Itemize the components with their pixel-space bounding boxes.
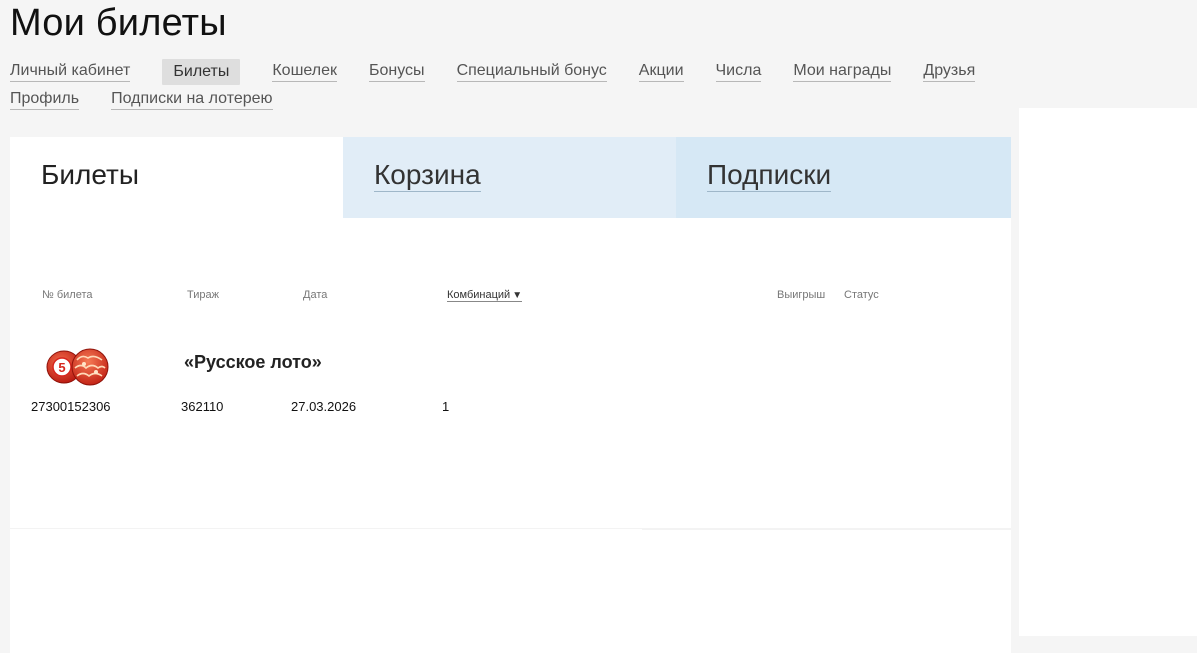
nav-item-friends[interactable]: Друзья: [923, 62, 976, 82]
lottery-group-header: 5 «Русское лото»: [10, 344, 1011, 388]
row-divider-right: [642, 528, 1011, 530]
tickets-card: Билеты Корзина Подписки № билета Тираж Д…: [10, 137, 1011, 653]
header-ticket-no: № билета: [42, 289, 93, 301]
header-date: Дата: [303, 289, 328, 301]
header-combinations-sort[interactable]: Комбинаций ▼: [447, 289, 523, 302]
header-combinations-label: Комбинаций: [447, 289, 511, 301]
account-nav: Личный кабинет Билеты Кошелек Бонусы Спе…: [10, 58, 1010, 114]
nav-item-special-bonus[interactable]: Специальный бонус: [456, 62, 607, 82]
cell-ticket-no: 27300152306: [31, 399, 111, 414]
row-divider: [10, 528, 642, 529]
cell-date: 27.03.2026: [291, 399, 357, 414]
lottery-name: «Русское лото»: [184, 352, 322, 372]
tab-tickets-label: Билеты: [41, 159, 139, 190]
nav-item-lottery-subscriptions[interactable]: Подписки на лотерею: [111, 90, 273, 110]
tab-basket[interactable]: Корзина: [343, 137, 676, 218]
header-status: Статус: [844, 289, 879, 301]
nav-item-cabinet[interactable]: Личный кабинет: [10, 62, 131, 82]
page-title: Мои билеты: [10, 2, 227, 44]
nav-item-wallet[interactable]: Кошелек: [272, 62, 337, 82]
table-header: № билета Тираж Дата Комбинаций ▼ Выигрыш …: [10, 289, 1011, 305]
cell-combinations: 1: [442, 399, 450, 414]
nav-item-profile[interactable]: Профиль: [10, 90, 80, 110]
table-row[interactable]: 27300152306 362110 27.03.2026 1: [10, 399, 1011, 417]
nav-item-numbers[interactable]: Числа: [715, 62, 762, 82]
tab-subscriptions-label: Подписки: [707, 159, 832, 192]
nav-item-awards[interactable]: Мои награды: [793, 62, 892, 82]
right-side-panel: [1019, 108, 1197, 636]
lotto-barrels-icon: 5: [44, 346, 110, 386]
nav-row-2: Профиль Подписки на лотерею: [10, 86, 1010, 114]
tab-subscriptions[interactable]: Подписки: [676, 137, 1011, 218]
cell-draw: 362110: [181, 399, 224, 414]
nav-item-promotions[interactable]: Акции: [638, 62, 684, 82]
nav-row-1: Личный кабинет Билеты Кошелек Бонусы Спе…: [10, 58, 1010, 86]
header-winnings: Выигрыш: [777, 289, 826, 301]
sort-down-icon: ▼: [512, 290, 523, 301]
tabs-bar: Билеты Корзина Подписки: [10, 137, 1011, 218]
header-draw: Тираж: [187, 289, 219, 301]
logo-number: 5: [58, 360, 65, 375]
nav-item-tickets[interactable]: Билеты: [162, 59, 241, 85]
tab-basket-label: Корзина: [374, 159, 481, 192]
tab-tickets[interactable]: Билеты: [10, 137, 343, 218]
nav-item-bonuses[interactable]: Бонусы: [369, 62, 425, 82]
